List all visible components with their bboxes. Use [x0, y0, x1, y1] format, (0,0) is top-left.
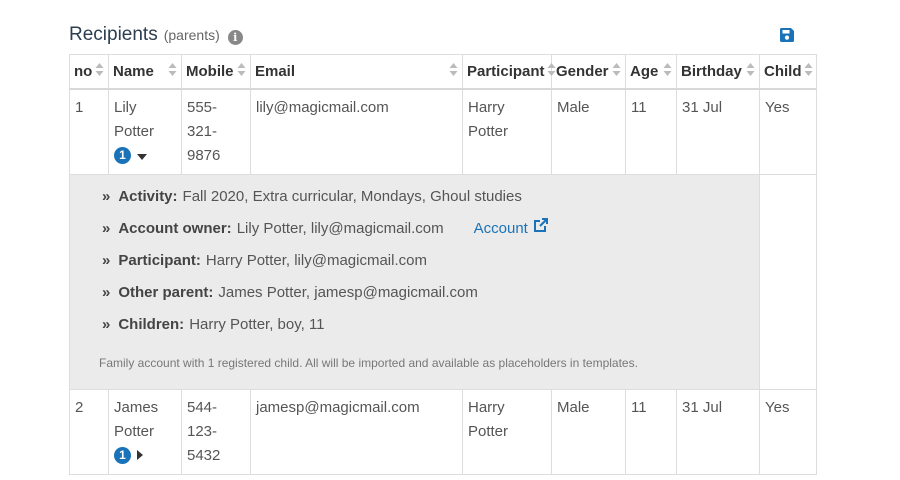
double-chevron-right-icon: » — [102, 283, 111, 301]
sort-icon[interactable] — [166, 62, 177, 81]
sort-icon[interactable] — [93, 62, 104, 81]
children-count-badge: 1 — [114, 147, 131, 165]
family-note: Family account with 1 registered child. … — [99, 355, 638, 370]
detail-label: Children: — [118, 315, 185, 333]
column-header-gender[interactable]: Gender — [551, 54, 626, 90]
cell-gender: Male — [551, 388, 626, 475]
external-link-icon — [528, 217, 549, 241]
detail-label: Activity: — [118, 187, 178, 205]
detail-children: » Children: Harry Potter, boy, 11 — [102, 309, 759, 341]
detail-value: Harry Potter, boy, 11 — [189, 315, 325, 333]
detail-value: Harry Potter, lily@magicmail.com — [205, 251, 427, 269]
detail-account-owner: » Account owner: Lily Potter, lily@magicma… — [102, 213, 759, 245]
detail-row: » Activity: Fall 2020, Extra curricular, M… — [69, 173, 817, 390]
cell-no: 1 — [69, 88, 109, 175]
recipient-name: James Potter — [114, 398, 159, 440]
cell-birthday: 31 Jul — [676, 88, 760, 175]
column-label: Name — [113, 62, 154, 80]
table-row[interactable]: 2 James Potter 1 544-123-5432 jamesp@magicma… — [69, 388, 817, 475]
sort-icon[interactable] — [447, 62, 458, 81]
page-title: Recipients — [69, 24, 158, 45]
detail-value: Fall 2020, Extra curricular, Mondays, Gh… — [182, 187, 522, 205]
cell-birthday: 31 Jul — [676, 388, 760, 475]
double-chevron-right-icon: » — [102, 187, 111, 205]
sort-icon[interactable] — [235, 62, 246, 81]
cell-name: James Potter 1 — [108, 388, 182, 475]
caret-down-icon[interactable] — [137, 144, 147, 168]
column-header-child[interactable]: Child — [759, 54, 817, 90]
column-header-birthday[interactable]: Birthday — [676, 54, 760, 90]
sort-icon[interactable] — [545, 62, 556, 81]
caret-right-icon[interactable] — [137, 444, 143, 468]
detail-participant: » Participant: Harry Potter, lily@magicmai… — [102, 245, 759, 277]
column-label: Age — [630, 62, 659, 80]
recipients-table: no Name Mobile Email Participant Gender Age Bir… — [69, 54, 817, 475]
column-label: Participant — [467, 62, 545, 80]
table-header-row: no Name Mobile Email Participant Gender Age Bir… — [69, 54, 817, 90]
cell-participant: Harry Potter — [462, 88, 552, 175]
double-chevron-right-icon: » — [102, 315, 111, 333]
detail-other-parent: » Other parent: James Potter, jamesp@magic… — [102, 277, 759, 309]
double-chevron-right-icon: » — [102, 219, 111, 237]
column-label: Email — [255, 62, 296, 80]
detail-panel: » Activity: Fall 2020, Extra curricular, M… — [69, 173, 760, 390]
cell-mobile: 555-321-9876 — [181, 88, 251, 175]
column-header-mobile[interactable]: Mobile — [181, 54, 251, 90]
column-header-age[interactable]: Age — [625, 54, 677, 90]
recipient-name: Lily Potter — [114, 98, 155, 140]
info-icon[interactable]: i — [227, 30, 243, 45]
detail-activity: » Activity: Fall 2020, Extra curricular, M… — [102, 181, 759, 213]
account-link[interactable]: Account — [474, 217, 549, 241]
detail-value: James Potter, jamesp@magicmail.com — [218, 283, 478, 301]
page-subtitle: (parents) — [163, 27, 220, 43]
sort-icon[interactable] — [802, 62, 813, 81]
cell-age: 11 — [625, 88, 677, 175]
double-chevron-right-icon: » — [102, 251, 111, 269]
detail-value: Lily Potter, lily@magicmail.com — [236, 219, 444, 237]
sort-icon[interactable] — [610, 62, 621, 81]
detail-label: Participant: — [118, 251, 201, 269]
cell-name: Lily Potter 1 — [108, 88, 182, 175]
column-header-email[interactable]: Email — [250, 54, 463, 90]
page-header: Recipients (parents) i — [69, 24, 243, 46]
column-label: no — [74, 62, 93, 80]
cell-gender: Male — [551, 88, 626, 175]
column-label: Birthday — [681, 62, 742, 80]
column-header-name[interactable]: Name — [108, 54, 182, 90]
save-icon[interactable] — [779, 27, 795, 43]
cell-participant: Harry Potter — [462, 388, 552, 475]
cell-mobile: 544-123-5432 — [181, 388, 251, 475]
column-header-no[interactable]: no — [69, 54, 109, 90]
column-header-participant[interactable]: Participant — [462, 54, 556, 90]
children-count-badge: 1 — [114, 447, 131, 465]
detail-label: Account owner: — [118, 219, 232, 237]
detail-spacer — [759, 173, 817, 390]
cell-age: 11 — [625, 388, 677, 475]
column-label: Mobile — [186, 62, 234, 80]
column-label: Child — [764, 62, 802, 80]
column-label: Gender — [556, 62, 609, 80]
detail-label: Other parent: — [118, 283, 214, 301]
sort-icon[interactable] — [661, 62, 672, 81]
sort-icon[interactable] — [744, 62, 755, 81]
cell-child: Yes — [759, 88, 817, 175]
cell-email: lily@magicmail.com — [250, 88, 463, 175]
table-row[interactable]: 1 Lily Potter 1 555-321-9876 lily@magicmail.… — [69, 88, 817, 175]
cell-child: Yes — [759, 388, 817, 475]
cell-email: jamesp@magicmail.com — [250, 388, 463, 475]
cell-no: 2 — [69, 388, 109, 475]
